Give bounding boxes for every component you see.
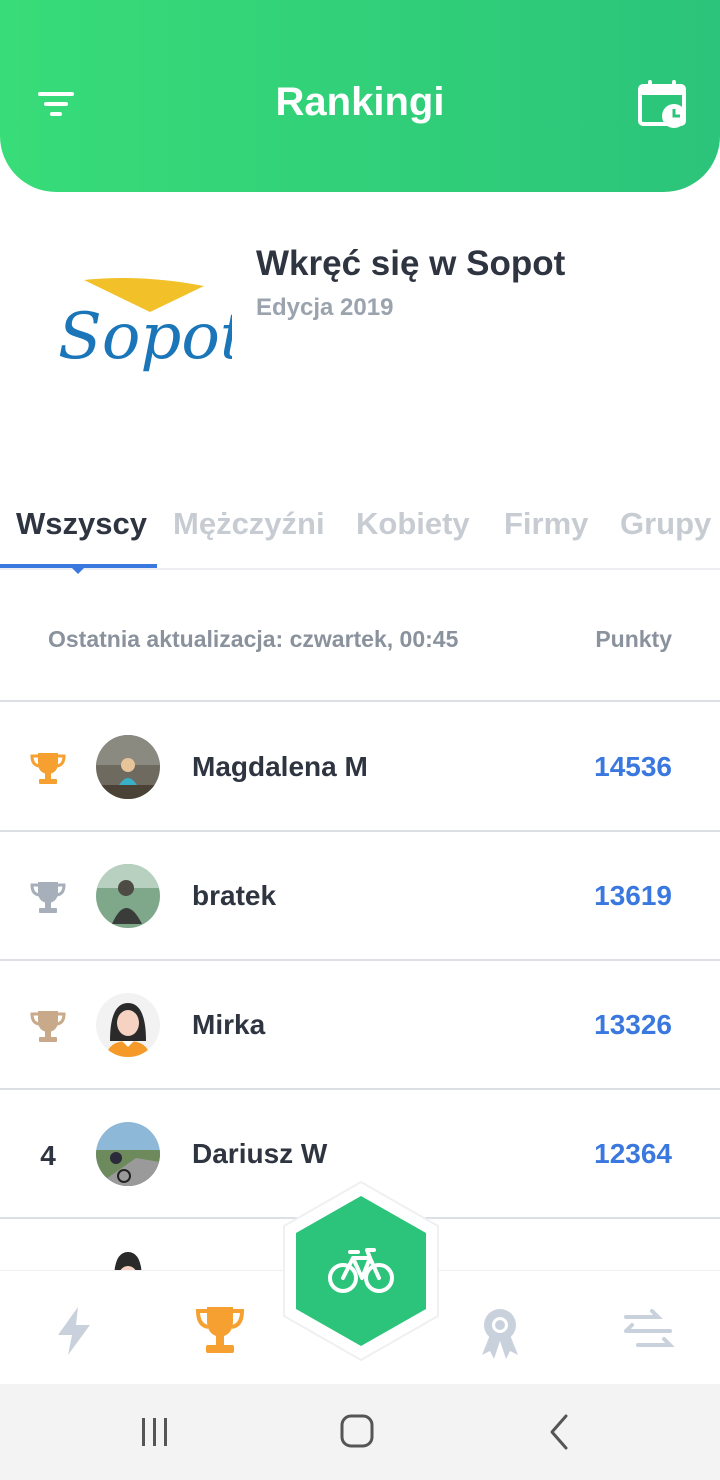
sopot-logo: Sopot — [40, 240, 246, 420]
bronze-trophy-icon — [28, 1007, 68, 1047]
lightning-icon[interactable] — [44, 1301, 104, 1361]
user-points: 13619 — [594, 880, 672, 911]
user-name: Magdalena M — [192, 751, 368, 782]
app-header: Rankingi — [0, 0, 720, 192]
tab-men[interactable]: Mężczyźni — [173, 506, 325, 542]
home-icon[interactable] — [332, 1410, 382, 1454]
arrows-icon[interactable] — [618, 1301, 678, 1361]
category-tabs: Wszyscy Mężczyźni Kobiety Firmy Grupy — [0, 496, 720, 570]
recent-apps-icon[interactable] — [130, 1410, 180, 1454]
event-card: Sopot Wkręć się w Sopot Edycja 2019 — [0, 230, 720, 430]
system-navigation-bar — [0, 1384, 720, 1480]
avatar — [96, 864, 160, 928]
ranking-row[interactable]: Mirka 13326 — [0, 961, 720, 1090]
page-title: Rankingi — [275, 80, 445, 124]
gold-trophy-icon — [28, 749, 68, 789]
avatar — [96, 735, 160, 799]
tab-all[interactable]: Wszyscy — [16, 506, 147, 542]
user-name: Mirka — [192, 1009, 266, 1040]
user-name: bratek — [192, 880, 277, 911]
tab-companies[interactable]: Firmy — [504, 506, 588, 542]
tab-women[interactable]: Kobiety — [356, 506, 470, 542]
default-female-avatar — [96, 993, 160, 1057]
svg-text:Sopot: Sopot — [58, 300, 232, 374]
user-name: Dariusz W — [192, 1138, 328, 1169]
event-name: Wkręć się w Sopot — [256, 244, 566, 283]
start-ride-button[interactable] — [280, 1180, 442, 1362]
avatar — [96, 1122, 160, 1186]
points-column-header: Punkty — [595, 626, 672, 652]
trophy-icon[interactable] — [190, 1301, 250, 1361]
ranking-list-header: Ostatnia aktualizacja: czwartek, 00:45 P… — [0, 600, 720, 702]
ranking-row[interactable]: bratek 13619 — [0, 832, 720, 961]
back-icon[interactable] — [536, 1410, 586, 1454]
tab-indicator-notch — [70, 566, 86, 574]
calendar-clock-icon[interactable] — [634, 78, 690, 132]
event-edition: Edycja 2019 — [256, 294, 394, 321]
user-points: 14536 — [594, 751, 672, 782]
user-points: 13326 — [594, 1009, 672, 1040]
ranking-row[interactable]: Magdalena M 14536 — [0, 703, 720, 832]
tab-groups[interactable]: Grupy — [620, 506, 711, 542]
medal-icon[interactable] — [470, 1301, 530, 1361]
last-update-text: Ostatnia aktualizacja: czwartek, 00:45 — [48, 626, 459, 652]
rank-number: 4 — [40, 1140, 56, 1171]
silver-trophy-icon — [28, 878, 68, 918]
user-points: 12364 — [594, 1138, 672, 1169]
